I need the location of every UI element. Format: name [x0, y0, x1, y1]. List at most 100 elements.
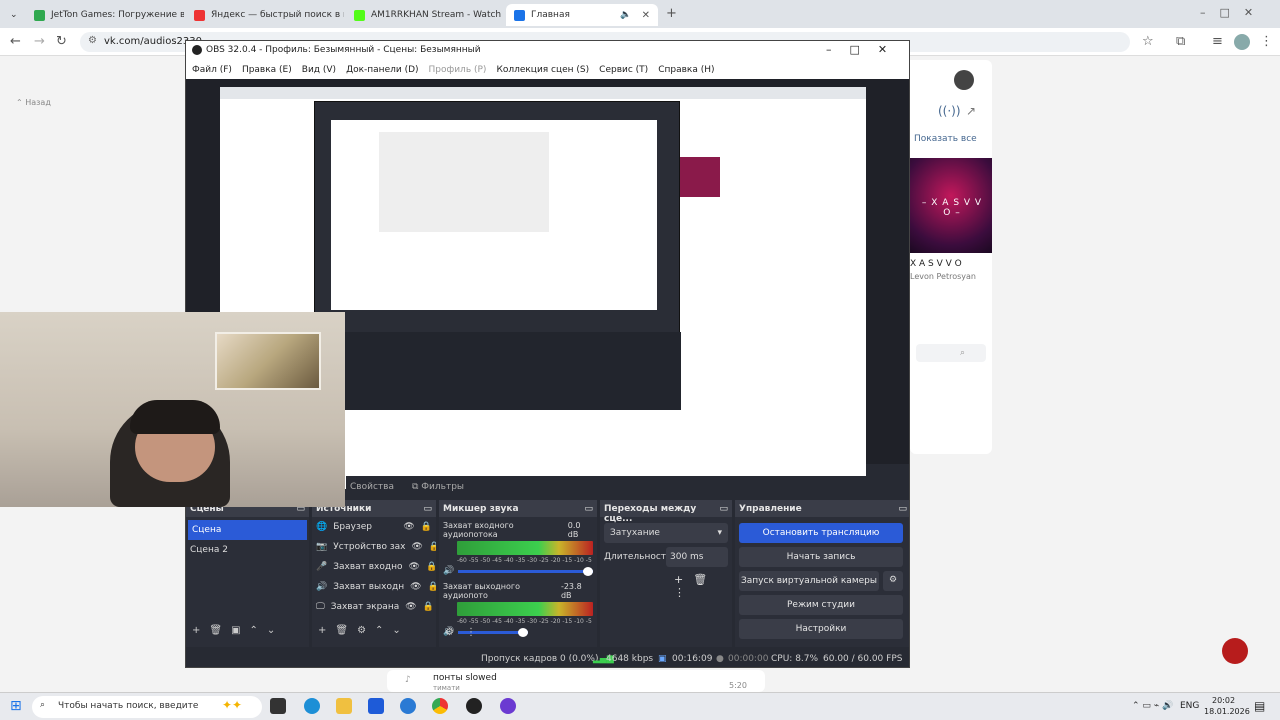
- scene-item[interactable]: Сцена: [188, 520, 307, 540]
- stop-stream-button[interactable]: Остановить трансляцию: [739, 523, 903, 543]
- speaker-icon[interactable]: 🔊: [443, 566, 454, 576]
- album-cover[interactable]: – X A S V V O –: [910, 158, 992, 253]
- source-toolbar[interactable]: +🗑⚙⌃⌄: [318, 625, 410, 636]
- windows-start-icon[interactable]: ⊞: [10, 698, 22, 714]
- virtual-camera-button[interactable]: Запуск виртуальной камеры: [739, 571, 879, 591]
- menu-profile[interactable]: Профиль (P): [429, 65, 487, 75]
- menu-view[interactable]: Вид (V): [302, 65, 336, 75]
- defender-icon[interactable]: [400, 698, 416, 714]
- tab-kick[interactable]: AM1RRKHAN Stream - Watch L ✕: [346, 4, 504, 26]
- menu-file[interactable]: Файл (F): [192, 65, 232, 75]
- tab-yandex[interactable]: Яндекс — быстрый поиск в ин ✕: [186, 4, 344, 26]
- new-tab-icon[interactable]: +: [666, 6, 677, 21]
- window-controls[interactable]: –□✕: [1200, 6, 1267, 19]
- eye-icon[interactable]: 👁: [411, 542, 422, 552]
- menu-help[interactable]: Справка (H): [658, 65, 714, 75]
- search-input[interactable]: [916, 344, 986, 362]
- extensions-icon[interactable]: ⧉: [1176, 34, 1185, 49]
- clock-time[interactable]: 20:02: [1212, 696, 1235, 705]
- chrome-icon[interactable]: [432, 698, 448, 714]
- language-indicator[interactable]: ENG: [1180, 701, 1199, 711]
- scene-item[interactable]: Сцена 2: [186, 540, 309, 560]
- dock-menu-icon[interactable]: ▭: [898, 504, 907, 514]
- dock-menu-icon[interactable]: ▭: [584, 504, 593, 514]
- lock-icon[interactable]: 🔒: [423, 602, 434, 612]
- speaker-icon[interactable]: 🔈: [620, 10, 631, 20]
- site-info-icon[interactable]: ⚙: [88, 35, 97, 46]
- broadcast-icon[interactable]: ((·)): [938, 104, 961, 118]
- eye-icon[interactable]: 👁: [409, 562, 420, 572]
- menu-scene-collection[interactable]: Коллекция сцен (S): [496, 65, 589, 75]
- lock-icon[interactable]: 🔒: [429, 542, 436, 552]
- search-icon[interactable]: ⌕: [960, 348, 965, 358]
- eye-icon[interactable]: 👁: [403, 522, 414, 532]
- obs-window-controls[interactable]: –□✕: [826, 43, 905, 56]
- notification-icon[interactable]: ▤: [1254, 699, 1265, 713]
- taskbar-search[interactable]: ⌕ Чтобы начать поиск, введите ✦✦: [32, 696, 262, 718]
- mini-player-cover[interactable]: [1222, 638, 1248, 664]
- artist-name[interactable]: X A S V V O: [910, 259, 962, 269]
- source-item[interactable]: 🌐 Браузер 👁 🔒: [312, 517, 436, 537]
- lock-icon[interactable]: 🔒: [428, 582, 436, 592]
- store-icon[interactable]: [368, 698, 384, 714]
- song-title[interactable]: понты slowed: [433, 673, 497, 683]
- back-arrow-icon[interactable]: ←: [10, 34, 21, 49]
- source-label: Устройство зах: [333, 542, 406, 552]
- back-link[interactable]: ⌃ Назад: [16, 98, 51, 107]
- tab-vk-main[interactable]: Главная 🔈 ✕: [506, 4, 658, 26]
- bookmark-star-icon[interactable]: ☆: [1142, 34, 1154, 49]
- volume-slider[interactable]: [458, 566, 593, 576]
- artist-subtitle[interactable]: Levon Petrosyan: [910, 272, 976, 281]
- eye-icon[interactable]: 👁: [405, 602, 416, 612]
- file-explorer-icon[interactable]: [336, 698, 352, 714]
- filters-label: Фильтры: [421, 482, 465, 492]
- transitions-dock: Переходы между сце... ▭ Затухание ▾ Длител…: [600, 500, 732, 647]
- lock-icon[interactable]: 🔒: [421, 522, 432, 532]
- tray-icons[interactable]: ⌃ ▭ ⌁ 🔊: [1132, 701, 1173, 711]
- properties-button[interactable]: Свойства: [350, 482, 394, 492]
- app-icon[interactable]: [500, 698, 516, 714]
- duration-stepper[interactable]: 300 ms: [666, 547, 728, 567]
- obs-taskbar-icon[interactable]: [466, 698, 482, 714]
- close-tab-icon[interactable]: ✕: [642, 10, 650, 21]
- eye-icon[interactable]: 👁: [410, 582, 421, 592]
- start-record-button[interactable]: Начать запись: [739, 547, 903, 567]
- edge-icon[interactable]: [304, 698, 320, 714]
- gear-icon[interactable]: ⚙: [883, 571, 903, 591]
- song-artist[interactable]: тимати: [433, 684, 460, 692]
- mixer-toolbar[interactable]: ⚙⋮: [445, 627, 488, 638]
- reload-icon[interactable]: ↻: [56, 34, 67, 49]
- avatar[interactable]: [954, 70, 974, 90]
- share-icon[interactable]: ↗: [966, 104, 976, 118]
- duration-label: Длительность: [604, 552, 672, 562]
- now-playing-row[interactable]: ♪ понты slowed тимати 5:20: [387, 670, 765, 692]
- clock-date[interactable]: 18.01.2026: [1204, 707, 1250, 716]
- dropped-frames: Пропуск кадров 0 (0.0%): [481, 654, 599, 664]
- lock-icon[interactable]: 🔒: [426, 562, 436, 572]
- profile-avatar[interactable]: [1234, 34, 1250, 50]
- menu-docks[interactable]: Док-панели (D): [346, 65, 418, 75]
- mixer-dock: Микшер звука ▭ Захват входного аудиопоток…: [439, 500, 597, 647]
- reading-list-icon[interactable]: ≡: [1212, 34, 1223, 49]
- tab-list-button[interactable]: ⌄: [4, 4, 24, 26]
- dock-menu-icon[interactable]: ▭: [423, 504, 432, 514]
- studio-mode-button[interactable]: Режим студии: [739, 595, 903, 615]
- filters-button[interactable]: ⧉ Фильтры: [412, 482, 464, 492]
- source-item[interactable]: 🔊 Захват выходн 👁 🔒: [312, 577, 436, 597]
- task-view-icon[interactable]: [270, 698, 286, 714]
- forward-arrow-icon[interactable]: →: [34, 34, 45, 49]
- source-item[interactable]: 📷 Устройство зах 👁 🔒: [312, 537, 436, 557]
- menu-tools[interactable]: Сервис (T): [599, 65, 648, 75]
- transition-toolbar[interactable]: +🗑⋮: [674, 573, 732, 599]
- transitions-title: Переходы между сце...: [604, 504, 697, 524]
- menu-dots-icon[interactable]: ⋮: [1260, 34, 1273, 49]
- menu-edit[interactable]: Правка (E): [242, 65, 292, 75]
- dock-menu-icon[interactable]: ▭: [719, 504, 728, 514]
- source-item[interactable]: 🎤 Захват входно 👁 🔒: [312, 557, 436, 577]
- show-all-link[interactable]: Показать все: [914, 134, 977, 144]
- settings-button[interactable]: Настройки: [739, 619, 903, 639]
- transition-select[interactable]: Затухание ▾: [604, 523, 728, 543]
- source-item[interactable]: 🖵 Захват экрана 👁 🔒: [312, 597, 436, 617]
- scene-toolbar[interactable]: +🗑▣⌃⌄: [192, 625, 284, 636]
- tab-jetton[interactable]: JetTon Games: Погружение в и ✕: [26, 4, 184, 26]
